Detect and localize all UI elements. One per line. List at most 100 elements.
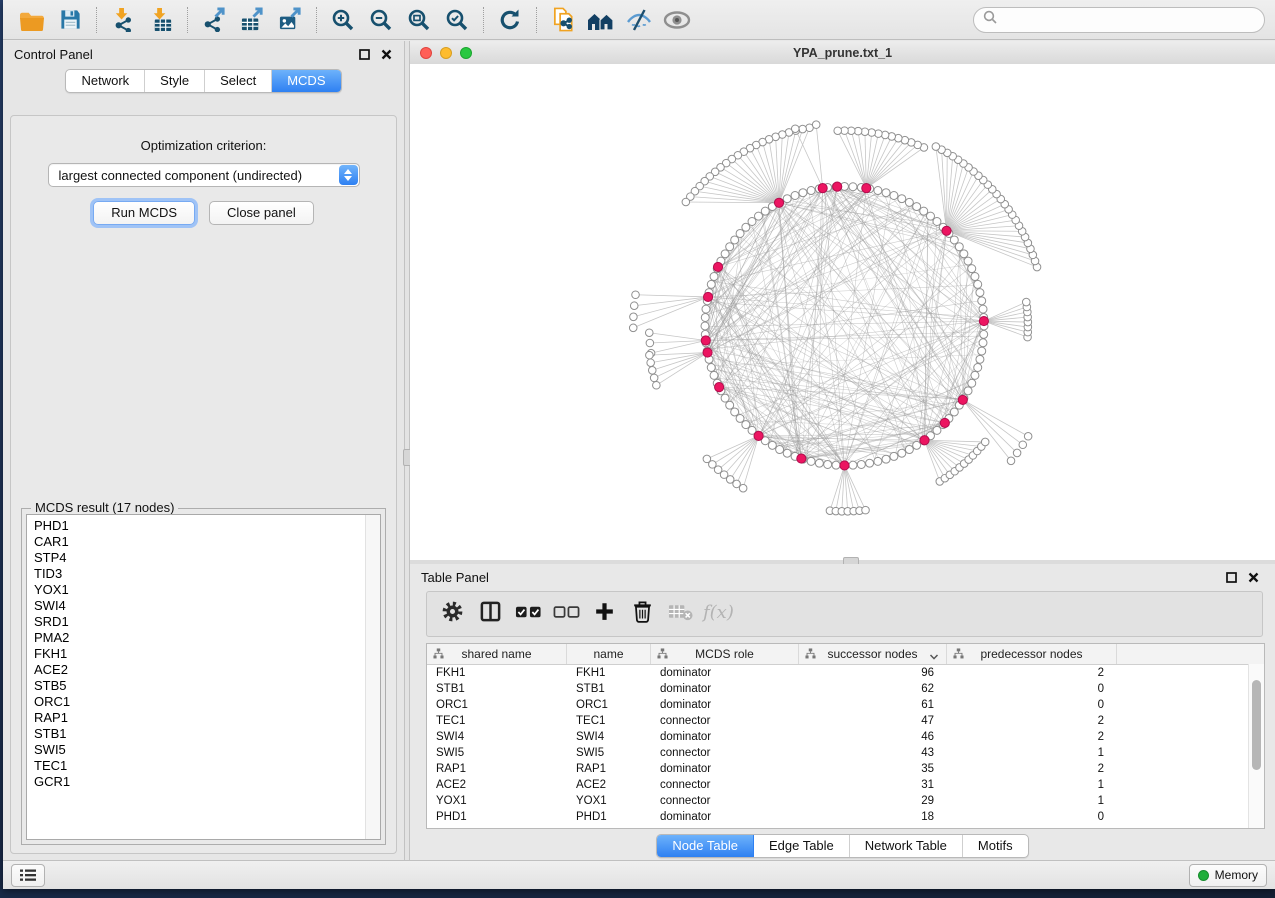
close-window-icon[interactable] xyxy=(420,47,432,59)
node-table[interactable]: shared namenameMCDS rolesuccessor nodesp… xyxy=(426,643,1265,829)
mcds-dominator-node[interactable] xyxy=(979,316,988,325)
tab-mcds[interactable]: MCDS xyxy=(272,70,340,92)
show-all-button[interactable] xyxy=(658,4,696,36)
mcds-dominator-node[interactable] xyxy=(840,461,849,470)
network-node[interactable] xyxy=(874,187,882,195)
network-window-titlebar[interactable]: YPA_prune.txt_1 xyxy=(410,41,1275,65)
network-node[interactable] xyxy=(978,297,986,305)
network-node[interactable] xyxy=(933,218,941,226)
network-node[interactable] xyxy=(980,330,988,338)
import-table-from-file-button[interactable] xyxy=(142,4,180,36)
hide-selected-button[interactable] xyxy=(620,4,658,36)
save-session-button[interactable] xyxy=(51,4,89,36)
mcds-result-item[interactable]: SWI5 xyxy=(34,742,380,758)
table-row[interactable]: PHD1PHD1dominator180 xyxy=(427,809,1264,825)
float-panel-icon[interactable] xyxy=(358,48,371,61)
network-node[interactable] xyxy=(682,198,690,206)
memory-button[interactable]: Memory xyxy=(1189,864,1267,887)
network-node[interactable] xyxy=(742,421,750,429)
new-network-from-selection-button[interactable] xyxy=(544,4,582,36)
column-header-predecessor-nodes[interactable]: predecessor nodes xyxy=(947,644,1117,664)
float-panel-icon[interactable] xyxy=(1225,571,1238,584)
mcds-result-item[interactable]: ACE2 xyxy=(34,662,380,678)
network-node[interactable] xyxy=(1013,449,1021,457)
mcds-result-item[interactable]: ORC1 xyxy=(34,694,380,710)
network-node[interactable] xyxy=(647,359,655,367)
mcds-result-item[interactable]: STB1 xyxy=(34,726,380,742)
network-graph[interactable] xyxy=(410,64,1275,560)
network-node[interactable] xyxy=(768,441,776,449)
network-canvas[interactable] xyxy=(410,64,1275,560)
mcds-result-item[interactable]: STB5 xyxy=(34,678,380,694)
mcds-result-item[interactable]: FKH1 xyxy=(34,646,380,662)
network-node[interactable] xyxy=(971,273,979,281)
mcds-dominator-node[interactable] xyxy=(958,395,967,404)
mcds-dominator-node[interactable] xyxy=(833,182,842,191)
network-node[interactable] xyxy=(645,329,653,337)
network-node[interactable] xyxy=(721,250,729,258)
network-node[interactable] xyxy=(1022,298,1030,306)
network-node[interactable] xyxy=(968,265,976,273)
maximize-window-icon[interactable] xyxy=(460,47,472,59)
zoom-out-button[interactable] xyxy=(362,4,400,36)
mcds-dominator-node[interactable] xyxy=(715,383,724,392)
show-column-button[interactable] xyxy=(471,596,509,632)
network-node[interactable] xyxy=(707,364,715,372)
network-node[interactable] xyxy=(874,457,882,465)
network-node[interactable] xyxy=(646,351,654,359)
table-row[interactable]: ORC1ORC1dominator610 xyxy=(427,697,1264,713)
network-node[interactable] xyxy=(950,408,958,416)
table-row[interactable]: RAP1RAP1dominator352 xyxy=(427,761,1264,777)
network-node[interactable] xyxy=(890,192,898,200)
close-panel-button[interactable]: Close panel xyxy=(209,201,314,225)
network-node[interactable] xyxy=(701,322,709,330)
network-node[interactable] xyxy=(630,302,638,310)
network-node[interactable] xyxy=(629,324,637,332)
export-image-button[interactable] xyxy=(271,4,309,36)
mcds-list-scrollbar[interactable] xyxy=(365,515,380,839)
run-mcds-button[interactable]: Run MCDS xyxy=(93,201,195,225)
tab-style[interactable]: Style xyxy=(145,70,205,92)
network-node[interactable] xyxy=(726,401,734,409)
network-node[interactable] xyxy=(955,243,963,251)
delete-columns-button[interactable] xyxy=(623,596,661,632)
mcds-result-item[interactable]: TEC1 xyxy=(34,758,380,774)
mcds-dominator-node[interactable] xyxy=(818,184,827,193)
network-node[interactable] xyxy=(776,446,784,454)
network-node[interactable] xyxy=(898,449,906,457)
network-node[interactable] xyxy=(1024,432,1032,440)
create-column-button[interactable] xyxy=(585,596,623,632)
network-node[interactable] xyxy=(731,236,739,244)
network-node[interactable] xyxy=(755,212,763,220)
mcds-dominator-node[interactable] xyxy=(713,262,722,271)
network-node[interactable] xyxy=(1007,457,1015,465)
optimization-criterion-select[interactable]: largest connected component (undirected) xyxy=(48,163,360,187)
network-node[interactable] xyxy=(974,364,982,372)
network-node[interactable] xyxy=(731,408,739,416)
mcds-dominator-node[interactable] xyxy=(703,348,712,357)
network-node[interactable] xyxy=(701,313,709,321)
network-node[interactable] xyxy=(736,414,744,422)
network-node[interactable] xyxy=(650,374,658,382)
network-node[interactable] xyxy=(964,387,972,395)
network-node[interactable] xyxy=(857,460,865,468)
network-node[interactable] xyxy=(748,218,756,226)
network-node[interactable] xyxy=(932,143,940,151)
show-panels-list-button[interactable] xyxy=(11,864,45,887)
network-node[interactable] xyxy=(791,192,799,200)
network-node[interactable] xyxy=(832,461,840,469)
mcds-dominator-node[interactable] xyxy=(920,436,929,445)
network-node[interactable] xyxy=(807,457,815,465)
network-node[interactable] xyxy=(815,459,823,467)
network-node[interactable] xyxy=(905,446,913,454)
table-row[interactable]: FKH1FKH1dominator962 xyxy=(427,665,1264,681)
network-node[interactable] xyxy=(646,339,654,347)
scrollbar-thumb[interactable] xyxy=(1252,680,1261,770)
network-node[interactable] xyxy=(913,203,921,211)
network-node[interactable] xyxy=(976,355,984,363)
mcds-result-item[interactable]: SWI4 xyxy=(34,598,380,614)
open-file-button[interactable] xyxy=(13,4,51,36)
network-node[interactable] xyxy=(807,187,815,195)
tab-motifs[interactable]: Motifs xyxy=(963,835,1028,857)
zoom-selected-button[interactable] xyxy=(438,4,476,36)
